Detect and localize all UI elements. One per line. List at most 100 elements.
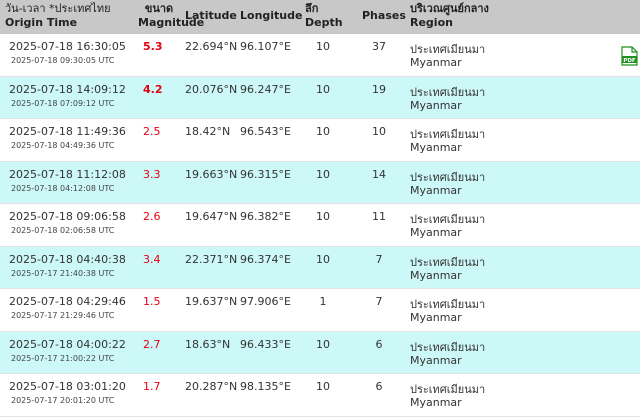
origin-time-utc: 2025-07-18 04:49:36 UTC xyxy=(11,141,115,150)
table-body: 2025-07-18 16:30:05 2025-07-18 09:30:05 U… xyxy=(0,34,640,417)
region-english: Myanmar xyxy=(410,56,462,69)
longitude-value: 96.107°E xyxy=(240,40,291,53)
latitude-value: 19.647°N xyxy=(185,210,238,223)
region-english: Myanmar xyxy=(410,396,462,409)
header-origin-time-thai: วัน-เวลา *ประเทศไทย xyxy=(5,2,111,15)
origin-time: 2025-07-18 04:40:38 xyxy=(9,252,126,266)
origin-time-utc: 2025-07-18 07:09:12 UTC xyxy=(11,98,115,108)
header-region-thai: บริเวณศูนย์กลาง xyxy=(410,2,489,15)
depth-value: 10 xyxy=(316,82,330,96)
header-origin-time-english: Origin Time xyxy=(5,16,78,29)
table-row[interactable]: 2025-07-18 16:30:05 2025-07-18 09:30:05 U… xyxy=(0,34,640,77)
longitude-value: 96.382°E xyxy=(240,210,291,223)
header-depth-english: Depth xyxy=(305,16,343,29)
region-english: Myanmar xyxy=(410,141,462,154)
header-region-english: Region xyxy=(410,16,453,29)
phases-value: 10 xyxy=(372,125,386,138)
pdf-download-icon[interactable]: PDF xyxy=(621,46,638,66)
region-english: Myanmar xyxy=(410,311,462,324)
region-english: Myanmar xyxy=(410,268,462,282)
depth-value: 1 xyxy=(319,295,327,308)
depth-value: 10 xyxy=(316,40,330,53)
latitude-value: 20.287°N xyxy=(185,380,238,393)
depth-value: 10 xyxy=(316,337,330,351)
origin-time: 2025-07-18 16:30:05 xyxy=(9,40,126,53)
latitude-value: 19.663°N xyxy=(185,167,238,181)
header-depth-thai: ลึก xyxy=(305,2,319,15)
magnitude-value: 3.3 xyxy=(143,167,161,181)
magnitude-value: 4.2 xyxy=(143,82,163,96)
table-row[interactable]: 2025-07-18 11:12:08 2025-07-18 04:12:08 U… xyxy=(0,161,640,204)
origin-time-utc: 2025-07-18 02:06:58 UTC xyxy=(11,226,115,235)
table-row[interactable]: 2025-07-18 11:49:36 2025-07-18 04:49:36 U… xyxy=(0,119,640,162)
depth-value: 10 xyxy=(316,125,330,138)
table-row[interactable]: 2025-07-18 04:00:22 2025-07-17 21:00:22 U… xyxy=(0,331,640,374)
header-origin-time: วัน-เวลา *ประเทศไทย Origin Time xyxy=(5,2,111,30)
header-phases: Phases xyxy=(362,9,406,23)
table-row[interactable]: 2025-07-18 14:09:12 2025-07-18 07:09:12 U… xyxy=(0,76,640,119)
latitude-value: 22.694°N xyxy=(185,40,238,53)
table-row[interactable]: 2025-07-18 04:29:46 2025-07-17 21:29:46 U… xyxy=(0,289,640,332)
table-row[interactable]: 2025-07-18 03:01:20 2025-07-17 20:01:20 U… xyxy=(0,374,640,417)
pdf-file-icon: PDF xyxy=(621,46,638,66)
origin-time-utc: 2025-07-17 21:29:46 UTC xyxy=(11,311,115,320)
header-longitude: Longitude xyxy=(240,9,302,23)
latitude-value: 19.637°N xyxy=(185,295,238,308)
magnitude-value: 2.5 xyxy=(143,125,161,138)
phases-value: 37 xyxy=(372,40,386,53)
region-english: Myanmar xyxy=(410,98,462,112)
latitude-value: 18.63°N xyxy=(185,337,231,351)
region-english: Myanmar xyxy=(410,226,462,239)
table-header: วัน-เวลา *ประเทศไทย Origin Time ขนาด Mag… xyxy=(0,0,640,34)
phases-value: 6 xyxy=(375,337,383,351)
origin-time: 2025-07-18 11:49:36 xyxy=(9,125,126,138)
region-english: Myanmar xyxy=(410,353,462,367)
magnitude-value: 2.6 xyxy=(143,210,161,223)
longitude-value: 96.315°E xyxy=(240,167,291,181)
depth-value: 10 xyxy=(316,167,330,181)
header-magnitude-english: Magnitude xyxy=(138,16,205,29)
table-row[interactable]: 2025-07-18 04:40:38 2025-07-17 21:40:38 U… xyxy=(0,246,640,289)
origin-time: 2025-07-18 04:00:22 xyxy=(9,337,126,351)
longitude-value: 98.135°E xyxy=(240,380,291,393)
pdf-icon-label: PDF xyxy=(623,58,636,64)
magnitude-value: 1.7 xyxy=(143,380,161,393)
header-latitude: Latitude xyxy=(185,9,237,23)
longitude-value: 96.247°E xyxy=(240,82,291,96)
phases-value: 14 xyxy=(372,167,386,181)
depth-value: 10 xyxy=(316,210,330,223)
phases-value: 19 xyxy=(372,82,386,96)
magnitude-value: 5.3 xyxy=(143,40,163,53)
origin-time: 2025-07-18 09:06:58 xyxy=(9,210,126,223)
depth-value: 10 xyxy=(316,252,330,266)
origin-time-utc: 2025-07-18 09:30:05 UTC xyxy=(11,56,115,65)
header-depth: ลึก Depth xyxy=(305,2,343,30)
latitude-value: 20.076°N xyxy=(185,82,238,96)
depth-value: 10 xyxy=(316,380,330,393)
phases-value: 7 xyxy=(375,295,383,308)
origin-time-utc: 2025-07-17 21:00:22 UTC xyxy=(11,353,115,363)
header-magnitude-thai: ขนาด xyxy=(144,2,174,15)
magnitude-value: 1.5 xyxy=(143,295,161,308)
header-longitude-label: Longitude xyxy=(240,9,303,22)
phases-value: 11 xyxy=(372,210,386,223)
magnitude-value: 2.7 xyxy=(143,337,161,351)
longitude-value: 96.374°E xyxy=(240,252,291,266)
origin-time: 2025-07-18 11:12:08 xyxy=(9,167,126,181)
header-phases-label: Phases xyxy=(362,9,406,22)
earthquake-table: วัน-เวลา *ประเทศไทย Origin Time ขนาด Mag… xyxy=(0,0,640,417)
longitude-value: 96.433°E xyxy=(240,337,291,351)
table-row[interactable]: 2025-07-18 09:06:58 2025-07-18 02:06:58 U… xyxy=(0,204,640,247)
origin-time-utc: 2025-07-17 20:01:20 UTC xyxy=(11,396,115,405)
header-region: บริเวณศูนย์กลาง Region xyxy=(410,2,489,30)
origin-time-utc: 2025-07-18 04:12:08 UTC xyxy=(11,183,115,193)
latitude-value: 18.42°N xyxy=(185,125,231,138)
longitude-value: 97.906°E xyxy=(240,295,291,308)
longitude-value: 96.543°E xyxy=(240,125,291,138)
region-english: Myanmar xyxy=(410,183,462,197)
origin-time: 2025-07-18 14:09:12 xyxy=(9,82,126,96)
origin-time-utc: 2025-07-17 21:40:38 UTC xyxy=(11,268,115,278)
phases-value: 7 xyxy=(375,252,383,266)
origin-time: 2025-07-18 04:29:46 xyxy=(9,295,126,308)
magnitude-value: 3.4 xyxy=(143,252,161,266)
